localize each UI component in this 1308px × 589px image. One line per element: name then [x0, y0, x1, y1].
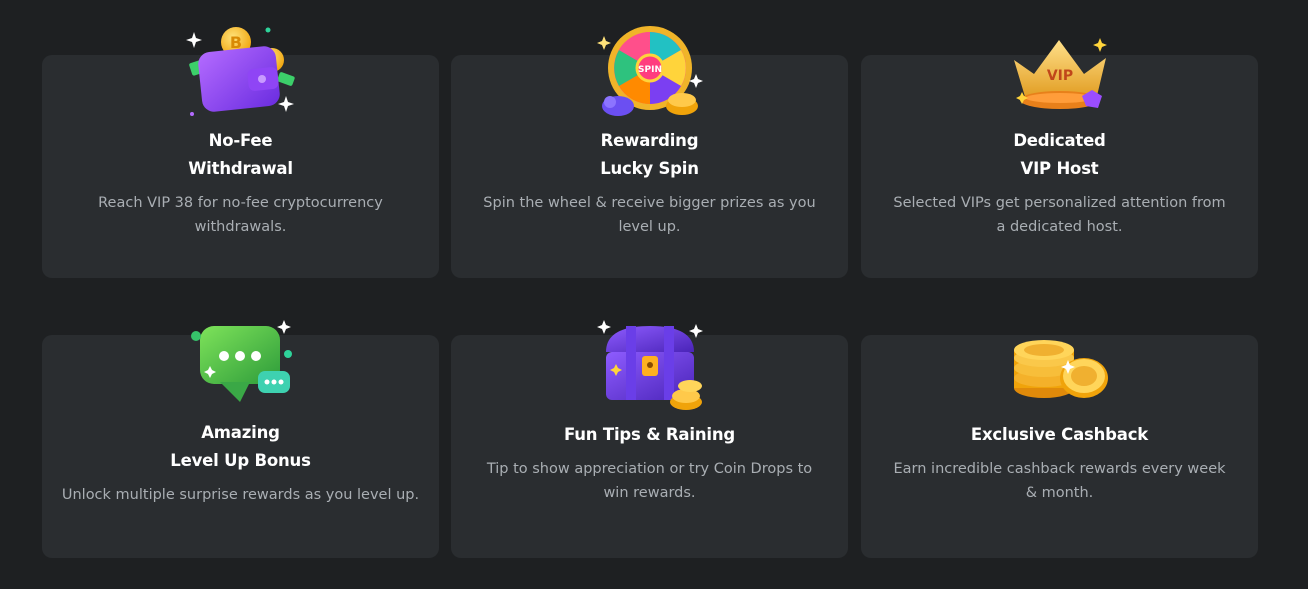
card-title-line2: Withdrawal: [188, 159, 293, 178]
crown-label: VIP: [1047, 68, 1073, 84]
card-title-line2: Level Up Bonus: [170, 451, 311, 470]
wheel-label: SPIN: [638, 65, 662, 75]
card-title-line1: Exclusive Cashback: [970, 425, 1149, 444]
card-description: Earn incredible cashback rewards every w…: [893, 461, 1226, 501]
card-title-line1: Amazing: [201, 423, 280, 442]
wallet-icon: B: [170, 22, 310, 122]
card-title: Fun Tips & Raining: [451, 421, 848, 449]
card-title-line1: No-Fee: [208, 131, 273, 150]
card-description: Spin the wheel & receive bigger prizes a…: [483, 195, 816, 235]
chat-bubble-icon: [170, 316, 310, 416]
coin-stack-icon: [992, 322, 1132, 422]
card-description: Reach VIP 38 for no-fee cryptocurrency w…: [98, 195, 383, 235]
card-description: Selected VIPs get personalized attention…: [893, 195, 1226, 235]
card-title-line1: Rewarding: [600, 131, 699, 150]
card-title-line1: Dedicated: [1013, 131, 1106, 150]
card-title-line2: VIP Host: [1020, 159, 1099, 178]
card-title-line1: Fun Tips & Raining: [564, 425, 735, 444]
card-title: Exclusive Cashback: [861, 421, 1258, 449]
card-title: No-Fee Withdrawal: [42, 127, 439, 183]
treasure-chest-icon: [582, 316, 722, 416]
card-description: Tip to show appreciation or try Coin Dro…: [486, 461, 813, 501]
card-title: Dedicated VIP Host: [861, 127, 1258, 183]
vip-crown-icon: VIP: [996, 30, 1136, 130]
card-title-line2: Lucky Spin: [600, 159, 699, 178]
card-title: Rewarding Lucky Spin: [451, 127, 848, 183]
card-title: Amazing Level Up Bonus: [42, 419, 439, 475]
spin-wheel-icon: SPIN: [584, 22, 724, 122]
card-description: Unlock multiple surprise rewards as you …: [61, 487, 420, 503]
